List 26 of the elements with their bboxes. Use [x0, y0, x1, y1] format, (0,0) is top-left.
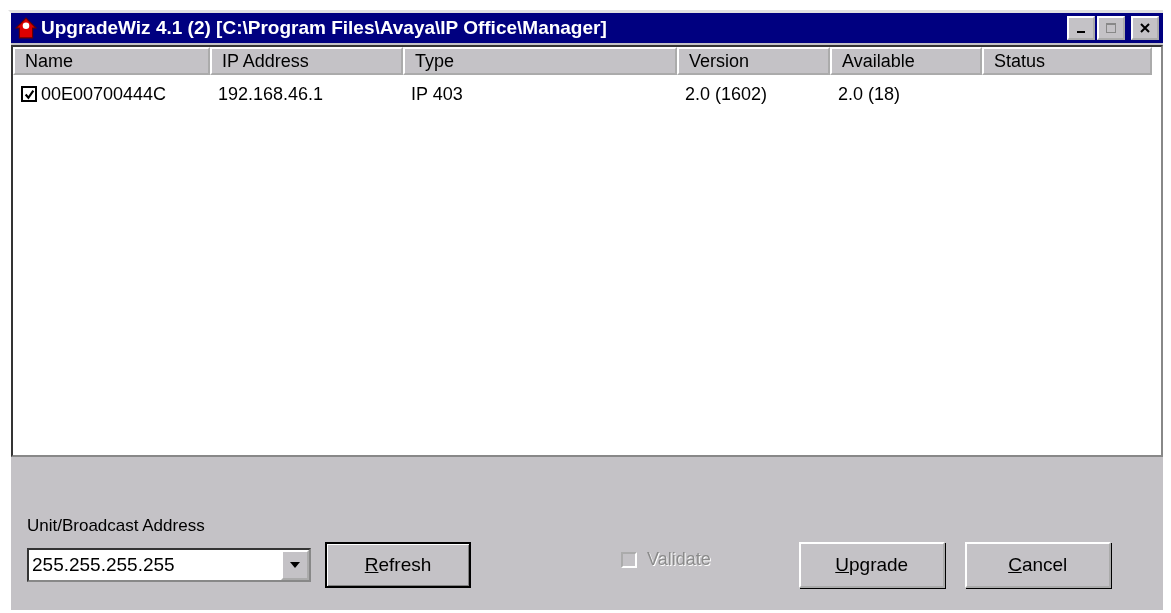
- window-title: UpgradeWiz 4.1 (2) [C:\Program Files\Avaya\IP Office\Manager]: [41, 17, 608, 39]
- table-cell: 192.168.46.1: [218, 83, 324, 105]
- table-cell: 2.0 (18): [838, 83, 901, 105]
- minimize-button[interactable]: [1067, 16, 1095, 40]
- column-header[interactable]: IP Address: [210, 47, 403, 75]
- dropdown-arrow-icon: [290, 562, 300, 568]
- upgrade-button[interactable]: Upgrade: [798, 542, 945, 588]
- close-icon: [1140, 23, 1150, 33]
- column-header[interactable]: Available: [830, 47, 982, 75]
- minimize-icon: [1077, 31, 1085, 33]
- validate-label: Validate: [647, 549, 711, 570]
- column-header[interactable]: Status: [982, 47, 1152, 75]
- cancel-button[interactable]: Cancel: [964, 542, 1111, 588]
- column-header[interactable]: Name: [13, 47, 210, 75]
- maximize-icon: [1106, 23, 1116, 33]
- address-label: Unit/Broadcast Address: [27, 516, 206, 536]
- row-checkbox[interactable]: [21, 86, 37, 102]
- column-header[interactable]: Version: [677, 47, 830, 75]
- column-header[interactable]: Type: [403, 47, 677, 75]
- address-combobox[interactable]: 255.255.255.255: [27, 548, 311, 582]
- close-button[interactable]: [1131, 16, 1159, 40]
- table-cell: 2.0 (1602): [685, 83, 768, 105]
- table-cell: 00E00700444C: [41, 83, 167, 105]
- refresh-button[interactable]: Refresh: [325, 542, 471, 588]
- house-icon: [15, 17, 37, 39]
- table-cell: IP 403: [411, 83, 463, 105]
